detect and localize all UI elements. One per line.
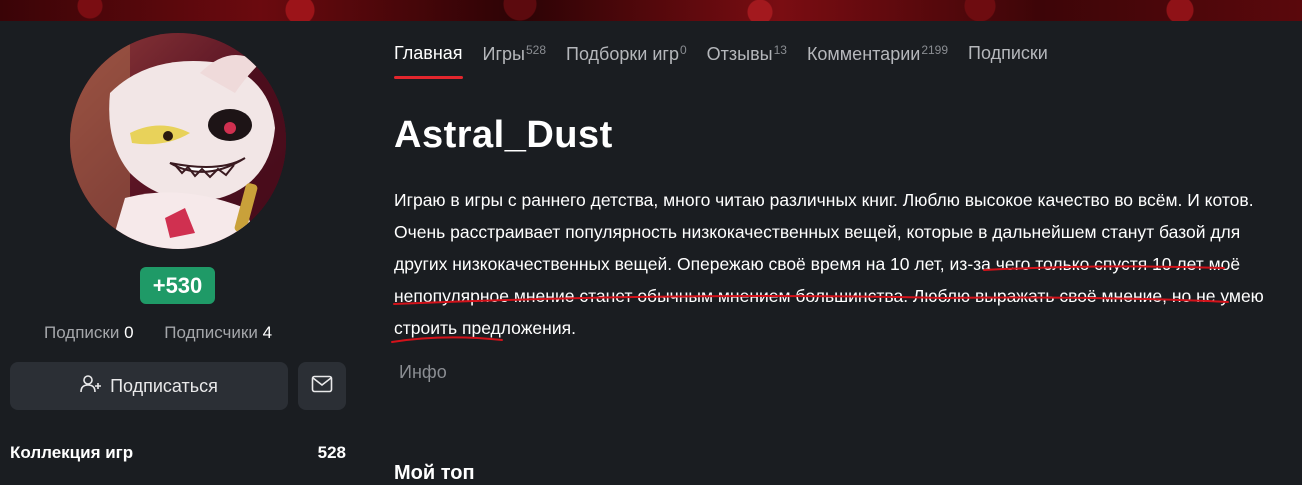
- profile-sidebar: +530 Подписки 0 Подписчики 4 Подписаться: [0, 21, 360, 479]
- user-plus-icon: [80, 374, 102, 399]
- subscribe-button-label: Подписаться: [110, 375, 218, 396]
- karma-badge: +530: [140, 267, 215, 304]
- game-collection-row[interactable]: Коллекция игр 528: [10, 443, 346, 463]
- tab-collections-count: 0: [679, 43, 687, 57]
- tab-collections[interactable]: Подборки игр0: [566, 21, 687, 79]
- avatar[interactable]: [70, 33, 286, 249]
- subscriptions-count: 0: [124, 323, 134, 342]
- tab-main-label: Главная: [394, 43, 463, 63]
- my-top-heading: Мой топ: [394, 462, 475, 484]
- info-link[interactable]: Инфо: [399, 362, 447, 383]
- subscriptions-stat[interactable]: Подписки 0: [44, 323, 134, 343]
- tab-comments[interactable]: Комментарии2199: [807, 21, 948, 79]
- subscribers-label: Подписчики: [164, 323, 258, 342]
- profile-bio: Играю в игры с раннего детства, много чи…: [394, 184, 1274, 344]
- subscribers-stat[interactable]: Подписчики 4: [164, 323, 272, 343]
- follow-stats: Подписки 0 Подписчики 4: [44, 323, 298, 343]
- collection-count: 528: [317, 443, 346, 462]
- tab-subscriptions[interactable]: Подписки: [968, 21, 1048, 79]
- envelope-icon: [311, 375, 333, 398]
- tab-main[interactable]: Главная: [394, 21, 463, 79]
- avatar-image: [70, 33, 286, 249]
- tab-comments-count: 2199: [921, 43, 949, 57]
- tab-games-label: Игры: [482, 44, 525, 64]
- profile-tabs: Главная Игры528 Подборки игр0 Отзывы13 К…: [394, 21, 1068, 79]
- tab-collections-label: Подборки игр: [566, 44, 679, 64]
- page-title: Astral_Dust: [394, 114, 613, 156]
- tab-reviews-label: Отзывы: [706, 44, 773, 64]
- subscribe-button[interactable]: Подписаться: [10, 362, 288, 410]
- tab-games[interactable]: Игры528: [483, 21, 546, 79]
- subscriptions-label: Подписки: [44, 323, 120, 342]
- tab-subscriptions-label: Подписки: [968, 43, 1048, 63]
- collection-label: Коллекция игр: [10, 443, 134, 462]
- tab-games-count: 528: [525, 43, 546, 57]
- tab-reviews-count: 13: [773, 43, 787, 57]
- message-button[interactable]: [298, 362, 346, 410]
- subscribers-count: 4: [262, 323, 273, 342]
- tab-reviews[interactable]: Отзывы13: [707, 21, 787, 79]
- profile-banner: [0, 0, 1302, 21]
- tab-comments-label: Комментарии: [806, 44, 921, 64]
